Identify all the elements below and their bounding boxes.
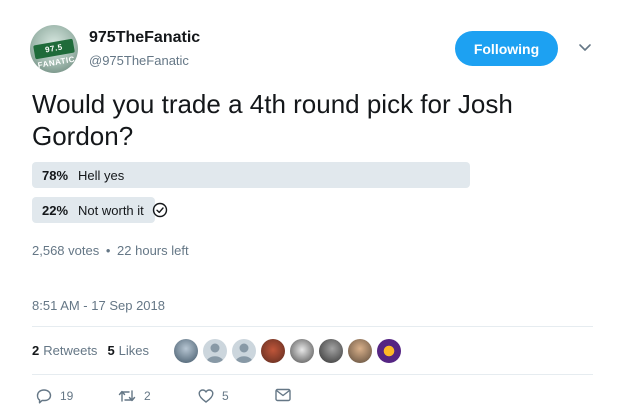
likes-label[interactable]: Likes	[119, 343, 149, 358]
retweets-count[interactable]: 2	[32, 343, 39, 358]
user-handle[interactable]: @975TheFanatic	[89, 53, 189, 68]
retweet-count: 2	[144, 389, 151, 403]
retweet-icon	[118, 390, 136, 402]
poll-option-2: 22% Not worth it	[42, 197, 168, 223]
reply-icon	[36, 389, 52, 404]
default-user-icon	[235, 343, 253, 363]
poll-time-left: 22 hours left	[117, 243, 189, 258]
liker-avatar[interactable]	[348, 339, 372, 363]
liker-avatar[interactable]	[290, 339, 314, 363]
liker-avatar[interactable]	[203, 339, 227, 363]
poll-percent: 22%	[42, 202, 69, 218]
poll-meta: 2,568 votes • 22 hours left	[32, 243, 189, 258]
retweets-label[interactable]: Retweets	[43, 343, 97, 358]
poll-percent: 78%	[42, 167, 69, 183]
liker-avatar[interactable]	[261, 339, 285, 363]
like-action[interactable]: 5	[198, 388, 229, 404]
like-count: 5	[222, 389, 229, 403]
following-button[interactable]: Following	[455, 31, 558, 66]
default-user-icon	[206, 343, 224, 363]
likes-count[interactable]: 5	[107, 343, 114, 358]
tweet-text: Would you trade a 4th round pick for Jos…	[32, 89, 513, 151]
liker-avatars	[174, 339, 406, 363]
direct-message-action[interactable]	[275, 388, 299, 402]
retweet-action[interactable]: 2	[118, 388, 151, 404]
check-circle-icon	[152, 202, 167, 218]
divider	[32, 326, 593, 327]
liker-avatar[interactable]	[174, 339, 198, 363]
poll-option-label: Not worth it	[78, 202, 144, 218]
poll-option-label: Hell yes	[78, 167, 125, 183]
reply-count: 19	[60, 389, 74, 403]
tweet-timestamp[interactable]: 8:51 AM - 17 Sep 2018	[32, 298, 165, 313]
avatar[interactable]: 97.5 FANATIC	[30, 25, 78, 73]
avatar-logo: 97.5 FANATIC	[33, 38, 76, 70]
divider	[32, 374, 593, 375]
liker-avatar[interactable]	[232, 339, 256, 363]
poll-votes: 2,568 votes	[32, 243, 100, 258]
heart-icon	[198, 389, 214, 403]
display-name[interactable]: 975TheFanatic	[89, 29, 200, 47]
liker-avatar[interactable]	[377, 339, 401, 363]
envelope-icon	[275, 388, 291, 402]
reply-action[interactable]: 19	[36, 388, 73, 404]
poll-option-1: 78% Hell yes	[42, 162, 124, 188]
separator-dot: •	[105, 243, 111, 258]
liker-avatar[interactable]	[319, 339, 343, 363]
engagement-stats: 2 Retweets 5 Likes	[32, 343, 149, 358]
chevron-down-icon[interactable]	[578, 40, 592, 54]
